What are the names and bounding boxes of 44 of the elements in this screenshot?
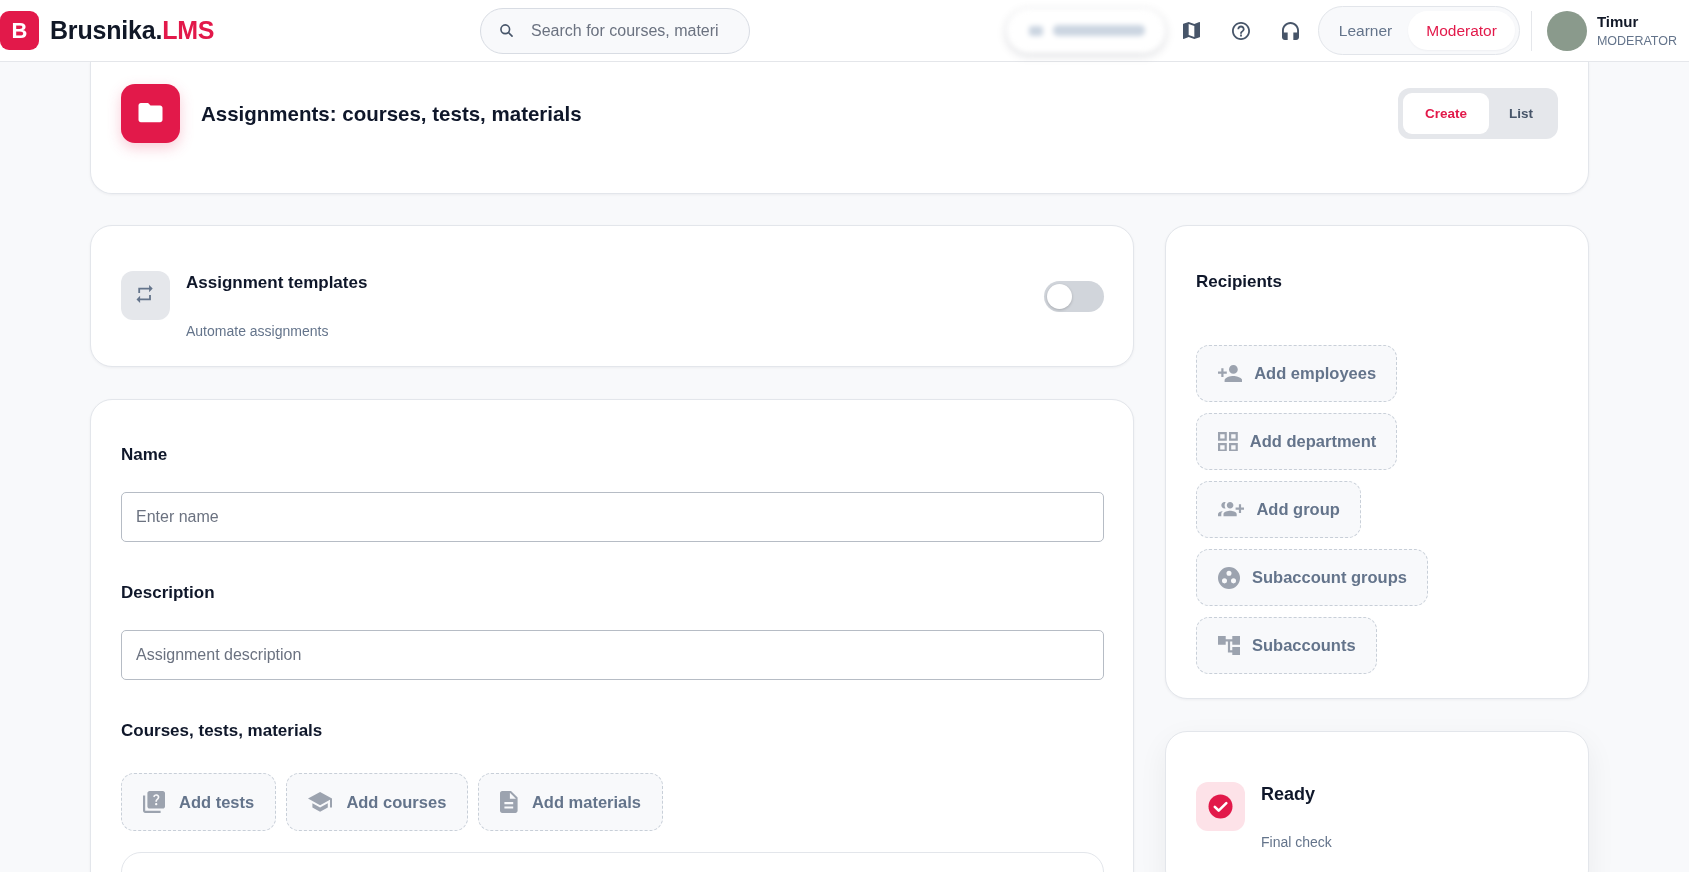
map-icon[interactable] (1182, 22, 1200, 39)
input-field[interactable]: Enter name (121, 492, 1104, 542)
field-label: Name (121, 445, 168, 465)
user-role: MODERATOR (1596, 34, 1677, 48)
folder-icon (121, 84, 180, 143)
graduation-cap-icon (308, 792, 333, 812)
logo-mark[interactable]: B (0, 11, 39, 50)
view-tab[interactable]: Create (1402, 93, 1489, 134)
add-button[interactable]: Add courses (286, 773, 469, 831)
templates-title: Assignment templates (186, 273, 368, 293)
logo-text[interactable]: Brusnika.LMS (50, 16, 215, 45)
grid-icon (1218, 431, 1238, 452)
document-icon (500, 791, 518, 813)
search-icon (500, 24, 513, 37)
add-button[interactable]: Add tests (121, 773, 277, 831)
templates-subtitle: Automate assignments (186, 323, 330, 340)
add-button[interactable]: Add group (1196, 481, 1361, 538)
toggle-switch[interactable] (1044, 281, 1104, 312)
user-name: Timur (1596, 13, 1640, 30)
add-button[interactable]: Subaccount groups (1196, 549, 1428, 606)
input-field[interactable]: Assignment description (121, 630, 1104, 680)
add-button[interactable]: Add department (1196, 413, 1398, 470)
status-title: Ready (1261, 784, 1317, 804)
recipients-title: Recipients (1196, 272, 1282, 292)
add-button[interactable]: Add employees (1196, 345, 1398, 402)
check-icon (1196, 782, 1245, 831)
view-tab[interactable]: List (1489, 93, 1553, 134)
role-tab[interactable]: Learner (1322, 11, 1409, 50)
add-button[interactable]: Add materials (478, 773, 664, 831)
headset-icon[interactable] (1281, 21, 1299, 40)
hierarchy-icon (1218, 635, 1240, 656)
help-icon[interactable] (1231, 21, 1250, 40)
field-label: Description (121, 583, 215, 603)
status-subtitle: Final check (1261, 834, 1332, 851)
add-button[interactable]: Subaccounts (1196, 617, 1377, 674)
search-field[interactable]: Search for courses, materi (480, 7, 750, 54)
page-title: Assignments: courses, tests, materials (201, 101, 582, 126)
avatar[interactable] (1546, 10, 1587, 51)
question-stack-icon (143, 791, 165, 813)
group-add-icon (1218, 502, 1245, 517)
person-add-icon (1218, 364, 1243, 383)
section-title: Courses, tests, materials (121, 721, 323, 741)
role-tab[interactable]: Moderator (1408, 11, 1515, 50)
repeat-icon (121, 271, 170, 320)
